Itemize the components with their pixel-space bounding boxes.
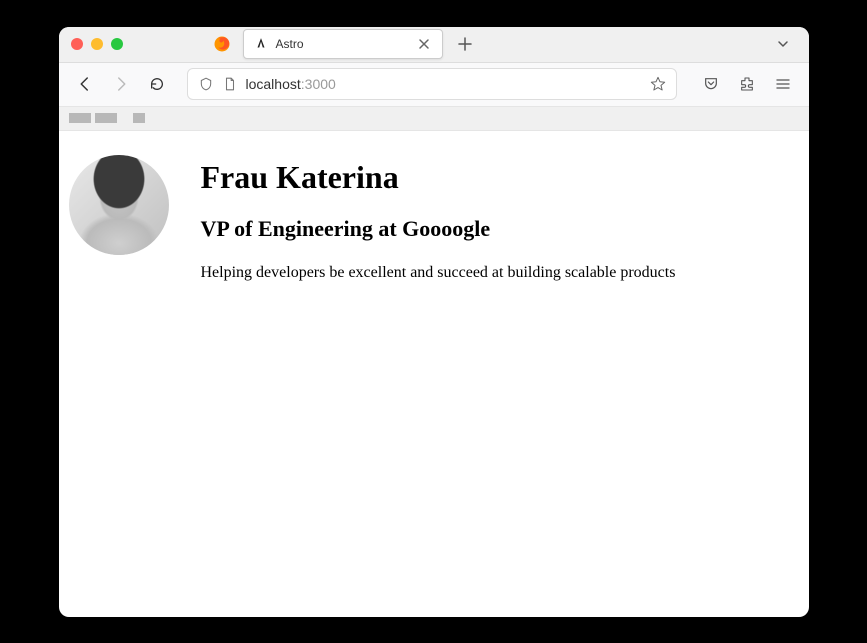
extensions-button[interactable]: [733, 70, 761, 98]
bookmark-placeholder[interactable]: [69, 113, 91, 123]
forward-button[interactable]: [107, 70, 135, 98]
url-host: localhost: [246, 76, 301, 92]
firefox-icon: [213, 35, 231, 53]
profile-title: VP of Engineering at Goooogle: [201, 216, 799, 242]
bookmarks-toolbar: [59, 107, 809, 131]
maximize-window-button[interactable]: [111, 38, 123, 50]
tab-strip: Astro: [243, 29, 797, 59]
app-menu-button[interactable]: [769, 70, 797, 98]
tab-title: Astro: [276, 37, 408, 51]
url-bar[interactable]: localhost:3000: [187, 68, 677, 100]
avatar: [69, 155, 169, 255]
minimize-window-button[interactable]: [91, 38, 103, 50]
bookmark-placeholder[interactable]: [133, 113, 145, 123]
close-tab-button[interactable]: [416, 38, 432, 50]
profile-text: Frau Katerina VP of Engineering at Goooo…: [201, 155, 799, 284]
page-icon: [222, 76, 238, 92]
titlebar: Astro: [59, 27, 809, 63]
navigation-toolbar: localhost:3000: [59, 63, 809, 107]
pocket-button[interactable]: [697, 70, 725, 98]
new-tab-button[interactable]: [451, 30, 479, 58]
browser-window: Astro: [59, 27, 809, 617]
tab-list-dropdown[interactable]: [769, 30, 797, 58]
shield-icon: [198, 76, 214, 92]
profile-description: Helping developers be excellent and succ…: [201, 262, 799, 284]
tab-active[interactable]: Astro: [243, 29, 443, 59]
back-button[interactable]: [71, 70, 99, 98]
profile-name: Frau Katerina: [201, 159, 799, 196]
url-port: :3000: [301, 76, 336, 92]
window-controls: [71, 38, 123, 50]
bookmark-star-icon[interactable]: [650, 76, 666, 92]
close-window-button[interactable]: [71, 38, 83, 50]
bookmark-placeholder[interactable]: [95, 113, 117, 123]
page-content: Frau Katerina VP of Engineering at Goooo…: [59, 131, 809, 308]
reload-button[interactable]: [143, 70, 171, 98]
astro-icon: [254, 37, 268, 51]
url-text: localhost:3000: [246, 76, 642, 92]
